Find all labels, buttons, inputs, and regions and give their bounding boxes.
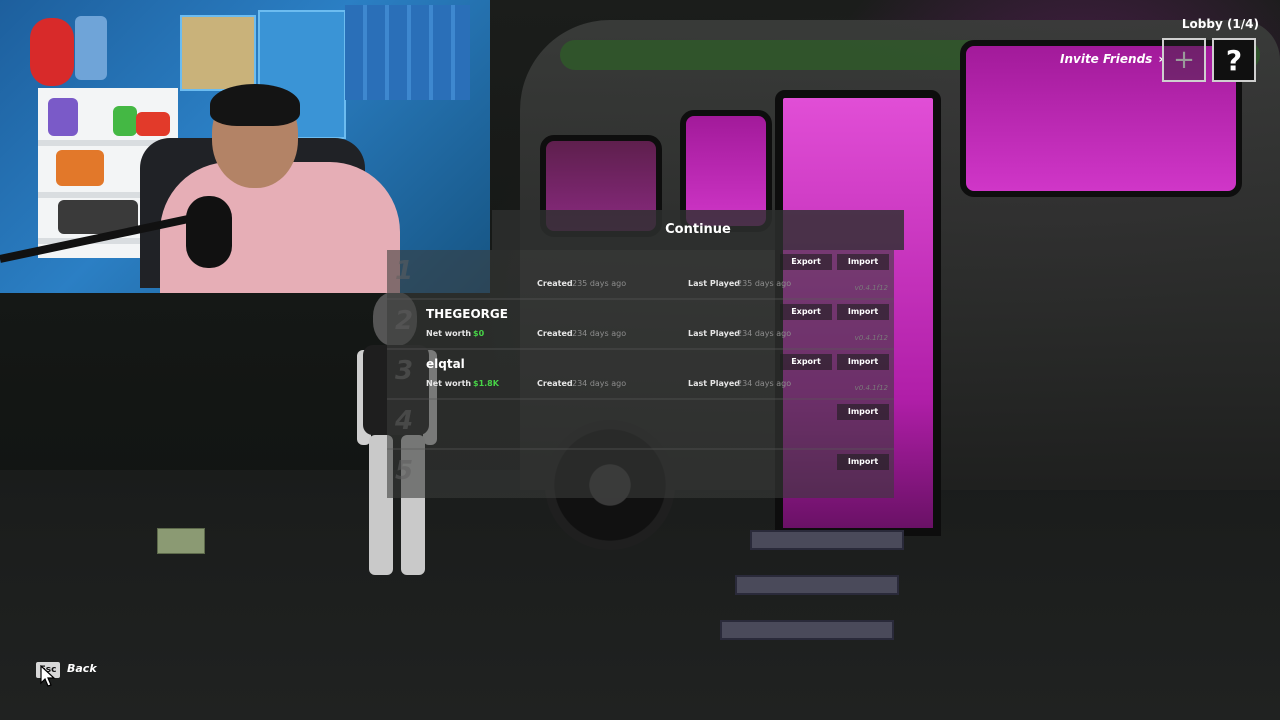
toy: [113, 106, 137, 136]
import-button[interactable]: Import: [837, 404, 889, 420]
slot-number: 3: [395, 356, 414, 386]
created-label: Created: [537, 379, 573, 388]
continue-header: Continue: [492, 210, 904, 250]
net-worth-label: Net worth: [426, 329, 472, 338]
export-button[interactable]: Export: [780, 254, 832, 270]
hot-wheels-wall: [345, 5, 470, 100]
mouse-cursor-icon: [40, 665, 56, 687]
last-played-value: 234 days ago: [737, 329, 792, 338]
poster: [180, 15, 256, 91]
rv-step: [720, 620, 894, 640]
created-value: 235 days ago: [572, 279, 627, 288]
slot-name: THEGEORGE: [426, 307, 508, 321]
import-button[interactable]: Import: [837, 454, 889, 470]
version-label: v0.4.1f12: [854, 284, 888, 292]
slot-number: 4: [395, 406, 414, 436]
last-played-label: Last Played: [688, 379, 740, 388]
last-played-value: 235 days ago: [737, 279, 792, 288]
mario-plush: [30, 18, 74, 86]
toy: [48, 98, 78, 136]
created-label: Created: [537, 329, 573, 338]
lobby-count: Lobby (1/4): [1181, 17, 1259, 31]
created-value: 234 days ago: [572, 329, 627, 338]
created-value: 234 days ago: [572, 379, 627, 388]
save-slot[interactable]: 1 Created 235 days ago Last Played 235 d…: [387, 250, 894, 300]
last-played-value: 234 days ago: [737, 379, 792, 388]
add-player-button[interactable]: +: [1162, 38, 1206, 82]
help-button[interactable]: ?: [1212, 38, 1256, 82]
export-button[interactable]: Export: [780, 354, 832, 370]
toy: [136, 112, 170, 136]
net-worth-value: $0: [473, 329, 485, 338]
back-button[interactable]: Back: [67, 662, 97, 675]
import-button[interactable]: Import: [837, 304, 889, 320]
version-label: v0.4.1f12: [854, 334, 888, 342]
rv-step: [735, 575, 899, 595]
question-mark-icon: ?: [1225, 43, 1243, 77]
net-worth-value: $1.8K: [473, 379, 499, 388]
rv-steps: [720, 510, 920, 660]
save-slot-empty[interactable]: 5 Import: [387, 450, 894, 498]
microphone: [186, 196, 232, 268]
save-slot[interactable]: 3 elqtal Net worth $1.8K Created 234 day…: [387, 350, 894, 400]
save-slot-empty[interactable]: 4 Import: [387, 400, 894, 450]
slot-number: 1: [395, 256, 414, 286]
rv-step: [750, 530, 904, 550]
menu-title: Continue: [665, 222, 731, 237]
plus-icon: +: [1173, 45, 1195, 75]
doll-box: [75, 16, 107, 80]
streamer-hair: [210, 84, 300, 126]
last-played-label: Last Played: [688, 329, 740, 338]
created-label: Created: [537, 279, 573, 288]
export-button[interactable]: Export: [780, 304, 832, 320]
slot-number: 5: [395, 456, 414, 486]
slot-name: elqtal: [426, 357, 465, 371]
net-worth-label: Net worth: [426, 379, 472, 388]
slot-number: 2: [395, 306, 414, 336]
toy: [56, 150, 104, 186]
import-button[interactable]: Import: [837, 254, 889, 270]
last-played-label: Last Played: [688, 279, 740, 288]
cash-stack: [157, 528, 205, 554]
invite-friends-label: Invite Friends: [1060, 52, 1153, 66]
invite-friends-button[interactable]: Invite Friends ›: [1060, 52, 1163, 66]
save-slot[interactable]: 2 THEGEORGE Net worth $0 Created 234 day…: [387, 300, 894, 350]
import-button[interactable]: Import: [837, 354, 889, 370]
save-slot-list: 1 Created 235 days ago Last Played 235 d…: [387, 250, 894, 498]
version-label: v0.4.1f12: [854, 384, 888, 392]
